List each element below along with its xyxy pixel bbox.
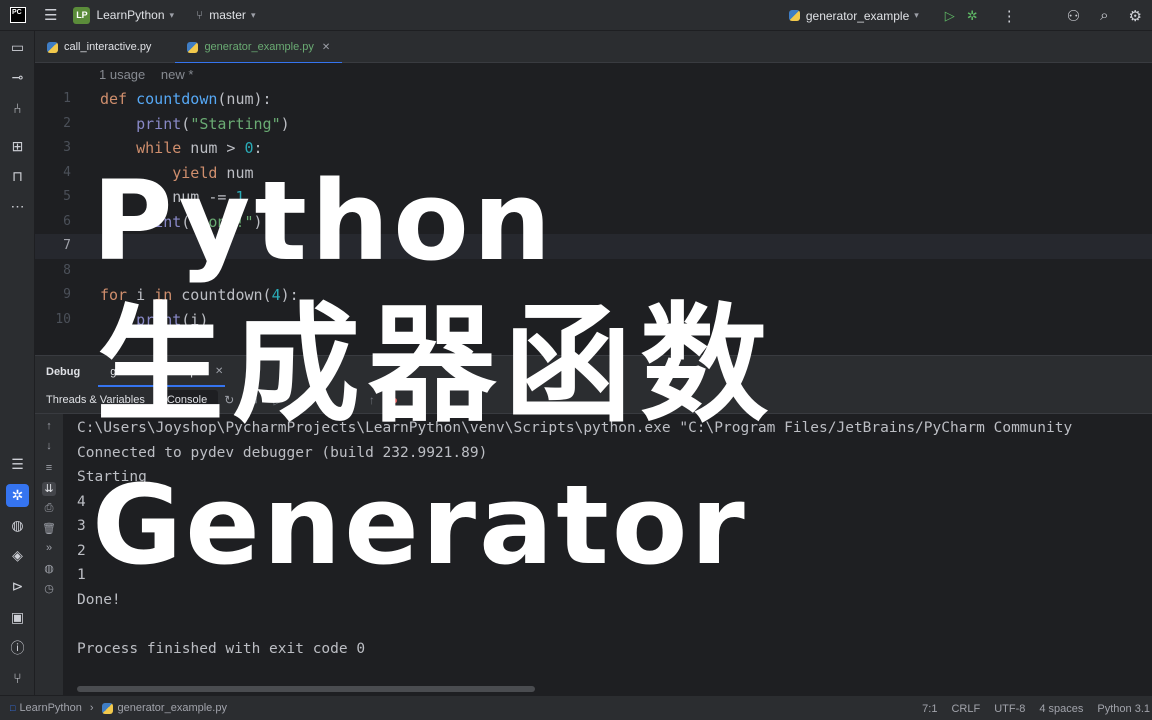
new-hint: new * <box>160 67 194 82</box>
line-number: 9 <box>63 287 71 302</box>
pycharm-logo-icon: PC <box>10 7 26 23</box>
editor-tabs: call_interactive.py generator_example.py… <box>35 31 1152 64</box>
soft-wrap-icon[interactable]: ≡ <box>42 462 56 476</box>
line-number: 8 <box>63 262 71 278</box>
python-console-icon[interactable]: ◍ <box>42 562 56 576</box>
debug-icon[interactable]: ✲ <box>967 8 978 24</box>
python-file-icon <box>788 10 800 21</box>
add-user-icon[interactable]: ⚇ <box>1067 7 1080 25</box>
terminal-icon[interactable]: ▣ <box>6 606 29 629</box>
line-number: 6 <box>63 213 71 229</box>
chevron-down-icon[interactable]: ▾ <box>170 10 175 21</box>
run-config-selector[interactable]: generator_example ▾ <box>788 8 919 23</box>
file-encoding[interactable]: UTF-8 <box>994 703 1025 715</box>
search-icon[interactable]: ⌕ <box>1100 7 1108 24</box>
title-bar: PC ☰ LP LearnPython ▾ ⑂ master ▾ generat… <box>0 0 1152 31</box>
settings-gear-icon[interactable]: ⚙ <box>1129 7 1142 25</box>
chevron-right-icon: › <box>89 702 94 714</box>
git-icon[interactable]: ⑂ <box>6 666 29 689</box>
tab-label: call_interactive.py <box>64 41 152 53</box>
line-number: 10 <box>55 311 71 327</box>
python-file-icon <box>47 41 58 53</box>
branch-name[interactable]: master <box>209 8 246 22</box>
breadcrumb-project[interactable]: LearnPython <box>19 702 81 714</box>
python-file-icon <box>187 41 199 53</box>
debug-tool-icon[interactable]: ✲ <box>6 484 29 507</box>
caret-position[interactable]: 7:1 <box>922 703 937 715</box>
line-number: 4 <box>63 164 71 180</box>
python-file-icon <box>101 702 113 714</box>
commit-icon[interactable]: ⊸ <box>6 66 29 89</box>
horizontal-scrollbar[interactable] <box>77 686 535 692</box>
more-icon[interactable]: ⋮ <box>1002 7 1017 25</box>
chevron-down-icon: ▾ <box>914 10 919 20</box>
pull-requests-icon[interactable]: ⑃ <box>6 96 29 119</box>
project-badge[interactable]: LP <box>73 6 91 24</box>
more-tools-icon[interactable]: ⋯ <box>6 195 29 218</box>
tab-generator-example[interactable]: generator_example.py ✕ <box>175 31 343 64</box>
bookmarks-icon[interactable]: ⊓ <box>6 165 29 188</box>
run-config-name: generator_example <box>805 8 910 23</box>
project-name[interactable]: LearnPython <box>96 8 164 22</box>
history-icon[interactable]: ◷ <box>42 582 56 596</box>
line-number: 3 <box>63 140 71 155</box>
chevron-down-icon[interactable]: ▾ <box>251 10 256 21</box>
console-side-toolbar: ↑ ↓ ≡ ⇊ ⎙ 🗑 » ◍ ◷ <box>35 414 63 696</box>
code-line[interactable]: 1 def countdown(num): <box>35 87 1152 112</box>
scroll-to-end-icon[interactable]: ⇊ <box>42 482 56 496</box>
python-interpreter[interactable]: Python 3.1 <box>1097 703 1150 715</box>
line-number: 2 <box>63 115 71 131</box>
python-packages-icon[interactable]: ◈ <box>6 544 29 567</box>
problems-icon[interactable]: ⓘ <box>6 636 29 659</box>
usage-hint[interactable]: 1 usage <box>99 67 145 82</box>
breadcrumb-file[interactable]: generator_example.py <box>118 702 227 714</box>
console-line: Done! <box>77 591 121 608</box>
console-line: Process finished with exit code 0 <box>77 640 366 657</box>
services-icon[interactable]: ⊳ <box>6 575 29 598</box>
line-separator[interactable]: CRLF <box>951 703 980 715</box>
line-number: 7 <box>63 238 71 253</box>
todo-list-icon[interactable]: ☰ <box>6 453 29 476</box>
scroll-up-icon[interactable]: ↑ <box>42 420 56 434</box>
line-number: 1 <box>63 91 71 106</box>
module-icon: □ <box>10 703 16 713</box>
branch-icon[interactable]: ⑂ <box>196 8 203 22</box>
overlay-title-line1: Python <box>92 157 556 285</box>
print-icon[interactable]: ⎙ <box>42 502 56 516</box>
structure-icon[interactable]: ⊞ <box>6 135 29 158</box>
inlay-hint: 1 usage new * <box>99 67 205 82</box>
overlay-title-line2: 生成器函数 <box>96 291 777 440</box>
clear-all-icon[interactable]: 🗑 <box>42 522 56 536</box>
left-tool-strip: ▭ ⊸ ⑃ ⊞ ⊓ ⋯ ☰ ✲ ◍ ◈ ⊳ ▣ ⓘ ⑂ <box>0 31 35 695</box>
code-line[interactable]: 2 print("Starting") <box>35 112 1152 137</box>
overlay-title-line3: Generator <box>92 461 748 589</box>
tab-label: generator_example.py <box>204 41 314 53</box>
indent-setting[interactable]: 4 spaces <box>1039 703 1083 715</box>
tab-call-interactive[interactable]: call_interactive.py <box>35 31 163 63</box>
run-icon[interactable]: ▷ <box>945 8 955 24</box>
scroll-down-icon[interactable]: ↓ <box>42 440 56 454</box>
project-folder-icon[interactable]: ▭ <box>6 36 29 59</box>
status-bar: □ LearnPython › generator_example.py 7:1… <box>0 695 1152 720</box>
debug-title: Debug <box>46 365 81 378</box>
close-icon[interactable]: ✕ <box>322 42 330 53</box>
show-prompt-icon[interactable]: » <box>42 542 56 556</box>
line-number: 5 <box>63 189 71 204</box>
main-menu-icon[interactable]: ☰ <box>44 6 57 24</box>
python-console-icon[interactable]: ◍ <box>6 514 29 537</box>
